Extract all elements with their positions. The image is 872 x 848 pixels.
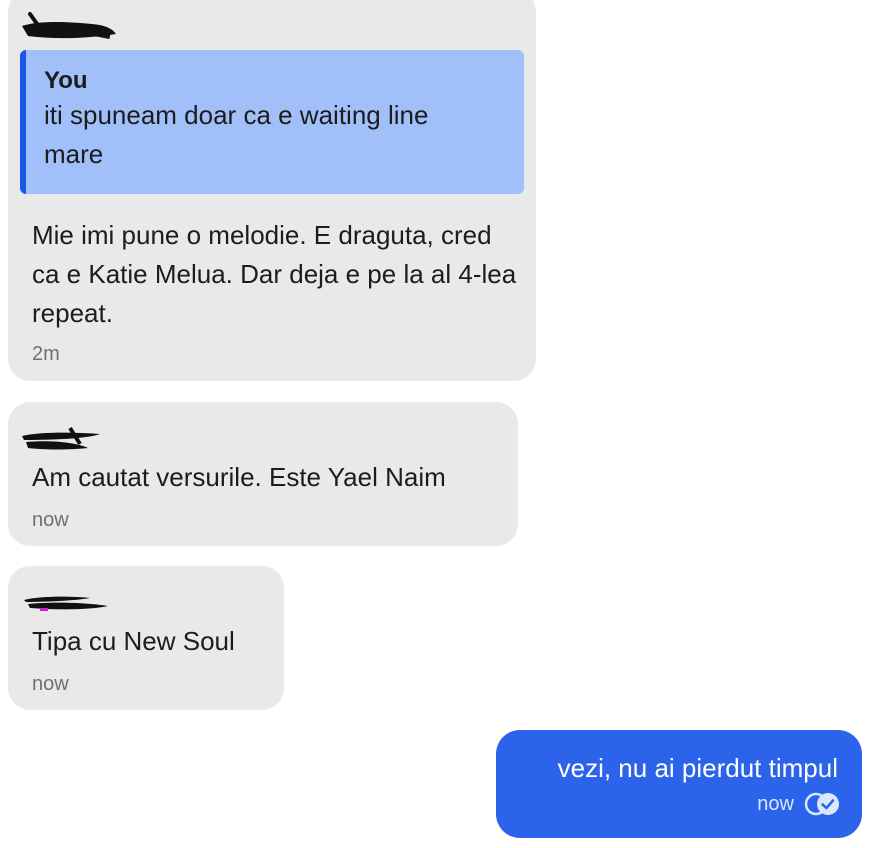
message-text: Mie imi pune o melodie. E draguta, cred … bbox=[32, 220, 517, 328]
chat-thread: You iti spuneam doar ca e waiting line m… bbox=[0, 0, 872, 848]
redacted-sender-name bbox=[20, 0, 120, 39]
message-time: now bbox=[757, 793, 794, 815]
quote-text: iti spuneam doar ca e waiting line mare bbox=[44, 100, 429, 169]
incoming-message[interactable]: Tipa cu New Soul now bbox=[8, 566, 284, 710]
quote-author: You bbox=[44, 67, 88, 94]
message-text: Am cautat versurile. Este Yael Naim bbox=[32, 462, 446, 492]
reply-quote[interactable]: You iti spuneam doar ca e waiting line m… bbox=[20, 50, 524, 194]
incoming-message[interactable]: Am cautat versurile. Este Yael Naim now bbox=[8, 402, 518, 546]
message-text: Tipa cu New Soul bbox=[32, 626, 235, 656]
message-time: now bbox=[32, 673, 69, 695]
seen-check-icon bbox=[804, 792, 840, 816]
redacted-sender-name bbox=[20, 420, 120, 454]
outgoing-message[interactable]: vezi, nu ai pierdut timpul now bbox=[496, 730, 862, 838]
message-time: 2m bbox=[32, 343, 60, 365]
redacted-sender-name bbox=[20, 584, 120, 618]
message-meta: now bbox=[757, 792, 840, 816]
incoming-message[interactable]: You iti spuneam doar ca e waiting line m… bbox=[8, 0, 536, 381]
message-text: vezi, nu ai pierdut timpul bbox=[557, 753, 838, 783]
message-time: now bbox=[32, 509, 69, 531]
